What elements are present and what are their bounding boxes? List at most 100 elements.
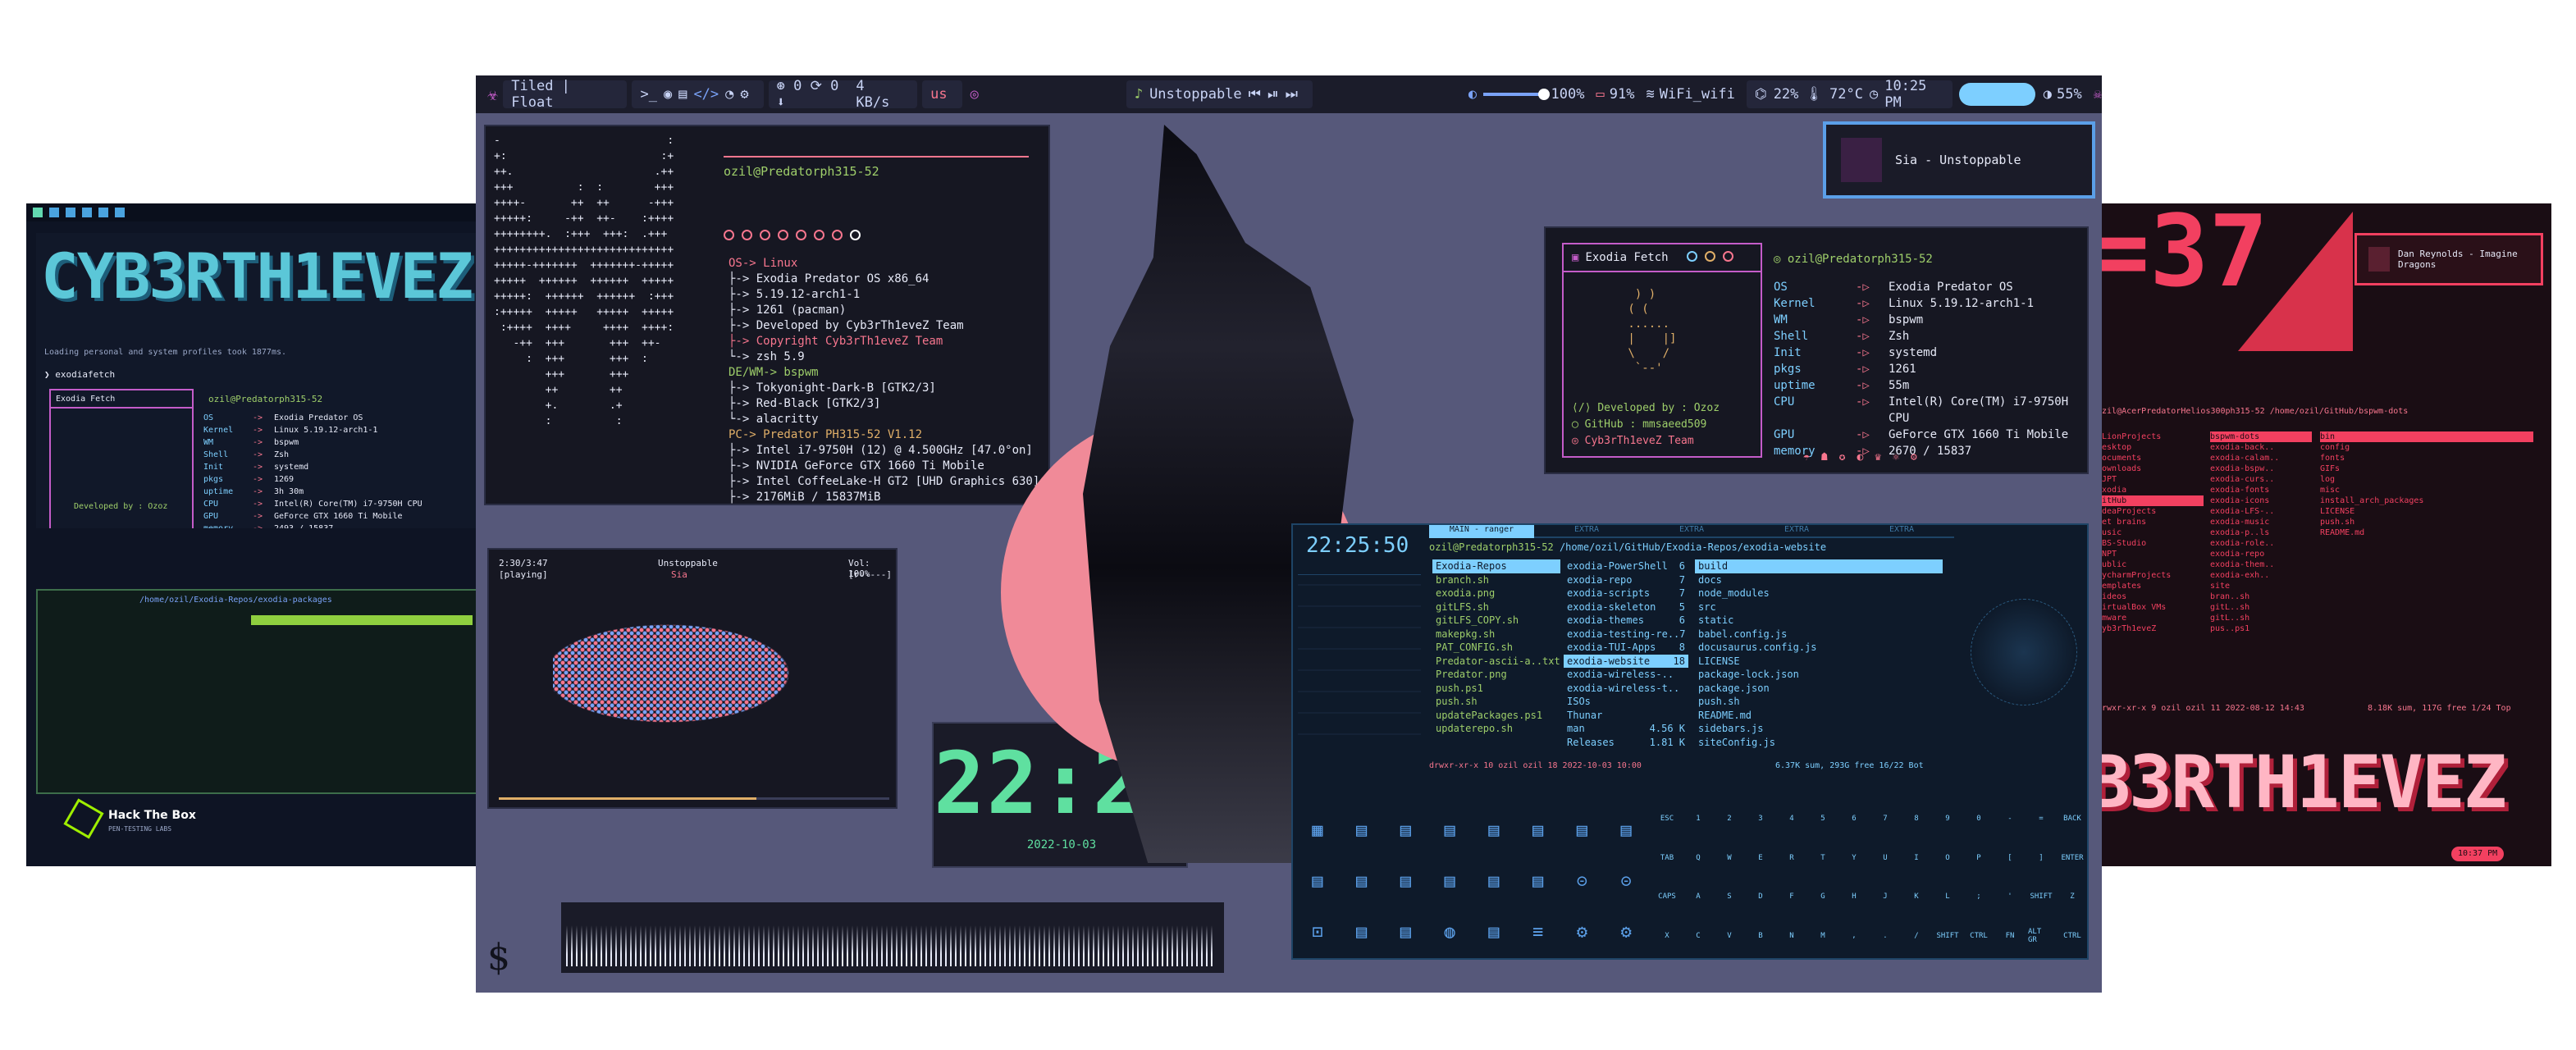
keyboard-key[interactable]: G (1810, 883, 1836, 910)
file-entry[interactable]: LICENSE (2320, 506, 2533, 517)
file-entry[interactable]: docusaurus.config.js (1695, 641, 1943, 655)
keyboard-key[interactable]: [ (1997, 845, 2023, 871)
file-entry[interactable]: bin (2320, 431, 2533, 442)
keyboard-key[interactable]: CAPS (1654, 883, 1680, 910)
file-entry[interactable]: exodia-TUI-Apps 8 (1564, 641, 1688, 655)
edex-app-launcher[interactable]: ▦ ▤ ▤ ▤ ▤ ▤ ▤ ▤ ▤ ▤ ▤ ▤ ▤ ▤ ⊝ ⊝ ⊡ ▤ ▤ ◍ ▤ ≡ ⚙ ⚙ (1299, 809, 1644, 953)
chat-icon[interactable]: ◔ (725, 86, 733, 103)
file-entry[interactable]: exodia-skeleton 5 (1564, 600, 1688, 614)
keyboard-key[interactable]: ESC (1654, 806, 1680, 832)
skull-power-icon[interactable]: ☠ (2094, 86, 2102, 103)
right-col1[interactable]: CLionProjects Desktop Documents Downloads eJ… (2097, 431, 2204, 634)
wifi-icon[interactable]: ≋ (1646, 86, 1654, 103)
file-entry[interactable]: Exodia-Repos (1432, 559, 1560, 573)
file-entry[interactable]: install_arch_packages (2320, 495, 2533, 506)
workspace-icon[interactable] (115, 208, 125, 217)
file-entry[interactable]: push.sh (2320, 517, 2533, 527)
ranger-col3[interactable]: build docs node_modules src static babel.conf… (1695, 559, 1943, 749)
keyboard-key[interactable]: 4 (1779, 806, 1805, 832)
left-ranger[interactable]: /home/ozil/Exodia-Repos/exodia-packages (36, 589, 486, 794)
file-entry[interactable]: push.ps1 (1432, 682, 1560, 696)
file-entry[interactable]: push.sh (1695, 695, 1943, 709)
keyboard-key[interactable]: 9 (1934, 806, 1961, 832)
file-entry[interactable]: makepkg.sh (1432, 628, 1560, 641)
keyboard-key[interactable]: T (1810, 845, 1836, 871)
file-entry[interactable]: exodia-repo 7 (1564, 573, 1688, 587)
edex-tab[interactable]: EXTRA (1639, 525, 1744, 538)
right-col2[interactable]: bspwm-dots exodia-back.. exodia-calam.. exo… (2210, 431, 2312, 634)
notification-card[interactable]: Sia - Unstoppable (1823, 121, 2095, 199)
file-entry[interactable]: ISOs (1564, 695, 1688, 709)
file-entry[interactable]: jet brains (2097, 517, 2204, 527)
file-entry[interactable]: exodia-exh.. (2210, 570, 2312, 581)
app-launcher-icon[interactable]: ▤ (1388, 860, 1424, 902)
file-entry[interactable]: exodia-them.. (2210, 559, 2312, 570)
edex-tab[interactable]: EXTRA (1849, 525, 1954, 538)
gear-icon[interactable]: ⚙ (740, 86, 748, 103)
keyboard-key[interactable]: SHIFT (1934, 923, 1961, 949)
keyboard-key[interactable]: J (1872, 883, 1898, 910)
keyboard-key[interactable]: SHIFT (2028, 883, 2054, 910)
keyboard-key[interactable]: 6 (1841, 806, 1867, 832)
file-entry[interactable]: siteConfig.js (1695, 736, 1943, 750)
file-entry[interactable]: fonts (2320, 453, 2533, 463)
fetch-terminal-1[interactable]: - : +: :+ ++. .++ +++ : : +++ ++++- ++ +… (484, 125, 1050, 505)
next-icon[interactable]: ⏭ (1286, 86, 1298, 103)
file-entry[interactable]: CLionProjects (2097, 431, 2204, 442)
file-entry[interactable]: babel.config.js (1695, 628, 1943, 641)
app-launcher-icon[interactable]: ⊝ (1608, 860, 1644, 902)
app-launcher-icon[interactable]: ▤ (1476, 809, 1512, 851)
keyboard-key[interactable]: ; (1966, 883, 1992, 910)
layout-mode[interactable]: Tiled | Float (503, 78, 628, 111)
file-entry[interactable]: exodia-calam.. (2210, 453, 2312, 463)
file-entry[interactable]: gitL..sh (2210, 602, 2312, 613)
play-icon[interactable]: ⏯ (1267, 86, 1279, 103)
keyboard-key[interactable]: 0 (1966, 806, 1992, 832)
file-entry[interactable]: node_modules (1695, 587, 1943, 600)
file-entry[interactable]: exodia-role.. (2210, 538, 2312, 549)
file-entry[interactable]: vmware (2097, 613, 2204, 623)
file-entry[interactable]: Videos (2097, 591, 2204, 602)
file-entry[interactable]: exodia-wireless-.. (1564, 668, 1688, 682)
keyboard-key[interactable]: / (1903, 923, 1930, 949)
file-entry[interactable]: Predator.png (1432, 668, 1560, 682)
file-entry[interactable]: Predator-ascii-a..txt (1432, 655, 1560, 669)
window-controls[interactable] (1686, 250, 1741, 265)
app-launcher-icon[interactable]: ▤ (1344, 809, 1380, 851)
edex-tab[interactable]: EXTRA (1744, 525, 1849, 538)
on-screen-keyboard[interactable]: ESC 1 2 3 4 5 6 7 8 9 0- = BACK TAB Q W E R T Y U I O P[] ENTER C… (1654, 806, 2085, 956)
file-entry[interactable]: Cyb3rTh1eveZ (2097, 623, 2204, 634)
keyboard-key[interactable]: ENTER (2059, 845, 2085, 871)
volume-slider[interactable] (1483, 89, 1550, 100)
keyboard-key[interactable]: - (1997, 806, 2023, 832)
app-launcher-icon[interactable]: ▤ (1520, 860, 1556, 902)
workspace-icon[interactable] (82, 208, 92, 217)
ranger-col2[interactable]: exodia-PowerShell 6 exodia-repo 7 exodia-scr… (1564, 559, 1688, 749)
app-launcher-icon[interactable]: ◍ (1432, 911, 1468, 953)
keyboard-key[interactable]: V (1716, 923, 1742, 949)
file-entry[interactable]: bspwm-dots (2210, 431, 2312, 442)
file-entry[interactable]: Music (2097, 527, 2204, 538)
keyboard-key[interactable]: 7 (1872, 806, 1898, 832)
file-entry[interactable]: OBS-Studio (2097, 538, 2204, 549)
keyboard-key[interactable]: . (1872, 923, 1898, 949)
keyboard-key[interactable]: FN (1997, 923, 2023, 949)
file-entry[interactable]: gitLFS_COPY.sh (1432, 614, 1560, 628)
app-launcher-icon[interactable]: ▤ (1388, 911, 1424, 953)
file-entry[interactable]: gitLFS.sh (1432, 600, 1560, 614)
file-entry[interactable]: GitHub (2097, 495, 2204, 506)
keyboard-key[interactable]: ] (2028, 845, 2054, 871)
music-widget[interactable]: ♪ Unstoppable ⏮ ⏯ ⏭ (1126, 80, 1313, 108)
app-launcher-icon[interactable]: ⊝ (1564, 860, 1601, 902)
keyboard-key[interactable]: R (1779, 845, 1805, 871)
ranger-col1[interactable]: Exodia-Repos branch.sh exodia.png gitLFS.sh… (1432, 559, 1560, 736)
file-entry[interactable]: Exodia (2097, 485, 2204, 495)
player-progress-bar[interactable] (499, 797, 889, 800)
file-entry[interactable]: updatePackages.ps1 (1432, 709, 1560, 723)
app-launcher-icon[interactable]: ▤ (1299, 860, 1336, 902)
edex-ui-window[interactable]: 22:25:50 MAIN - ranger EXTRA EXTRA EXTRA EXT… (1291, 523, 2089, 960)
app-launcher-icon[interactable]: ▤ (1344, 911, 1380, 953)
file-entry[interactable]: exodia-bspw.. (2210, 463, 2312, 474)
keyboard-key[interactable]: ' (1997, 883, 2023, 910)
file-entry[interactable]: PAT_CONFIG.sh (1432, 641, 1560, 655)
